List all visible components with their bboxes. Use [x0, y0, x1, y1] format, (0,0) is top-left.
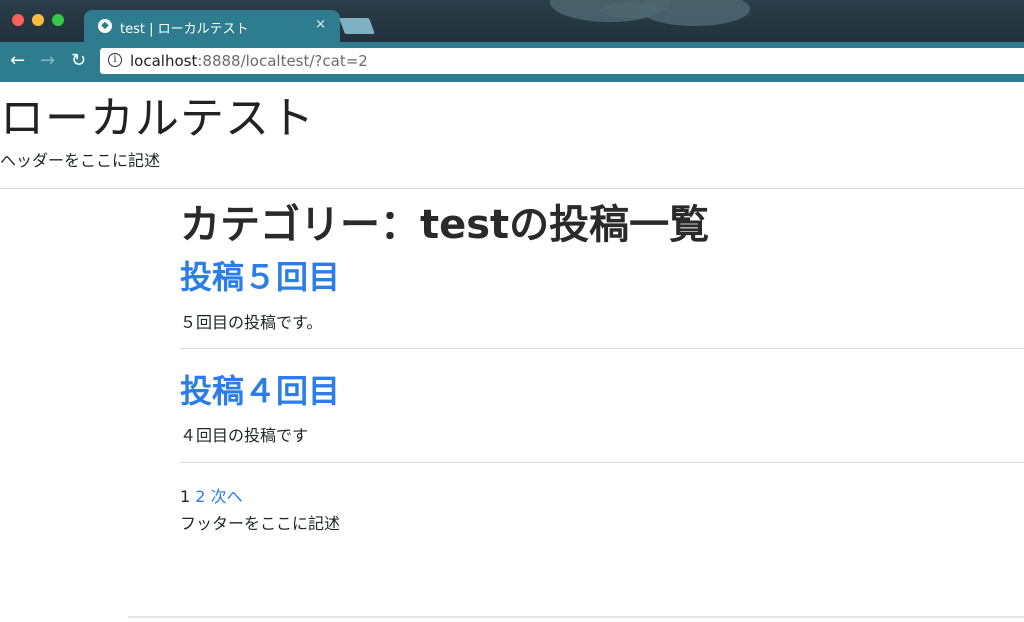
header-text: ヘッダーをここに記述: [0, 151, 161, 170]
browser-tab-active[interactable]: ◆ test | ローカルテスト ×: [84, 10, 340, 42]
favicon-icon: ◆: [98, 19, 112, 33]
tab-close-icon[interactable]: ×: [315, 17, 326, 32]
category-heading: カテゴリー：testの投稿一覧: [180, 202, 710, 248]
address-bar[interactable]: i localhost:8888/localtest/?cat=2: [100, 48, 1024, 74]
info-icon[interactable]: i: [108, 53, 122, 67]
reload-icon[interactable]: ↻: [71, 51, 86, 71]
maximize-window-button[interactable]: [52, 14, 64, 26]
header-divider: [0, 188, 1024, 189]
pagination: 1 2 次へ: [180, 483, 243, 507]
back-arrow-icon[interactable]: ←: [10, 51, 25, 71]
pagination-next-link[interactable]: 次へ: [211, 487, 243, 506]
close-window-button[interactable]: [12, 14, 24, 26]
url-text[interactable]: localhost:8888/localtest/?cat=2: [130, 52, 368, 70]
post-excerpt: ５回目の投稿です。: [180, 313, 323, 332]
forward-arrow-icon[interactable]: →: [40, 51, 55, 71]
minimize-window-button[interactable]: [32, 14, 44, 26]
pagination-current: 1: [180, 487, 191, 506]
url-host: localhost: [130, 52, 198, 70]
url-path: :8888/localtest/?cat=2: [197, 52, 368, 70]
pagination-page-2-link[interactable]: 2: [195, 487, 205, 506]
post-title-link[interactable]: 投稿４回目: [180, 366, 340, 412]
post-divider: [180, 348, 1024, 349]
cloud-decoration: [600, 2, 660, 18]
post-title-link[interactable]: 投稿５回目: [180, 252, 340, 298]
browser-titlebar: ◆ test | ローカルテスト ×: [0, 0, 1024, 42]
site-title: ローカルテスト: [0, 93, 315, 144]
browser-toolbar: ← → ↻ i localhost:8888/localtest/?cat=2: [0, 42, 1024, 82]
tab-title: test | ローカルテスト: [120, 22, 249, 37]
window-bottom-edge: [128, 616, 1024, 618]
new-tab-button[interactable]: [339, 18, 375, 34]
footer-text: フッターをここに記述: [180, 514, 341, 533]
post-excerpt: ４回目の投稿です: [180, 426, 309, 445]
post-divider: [180, 462, 1024, 463]
